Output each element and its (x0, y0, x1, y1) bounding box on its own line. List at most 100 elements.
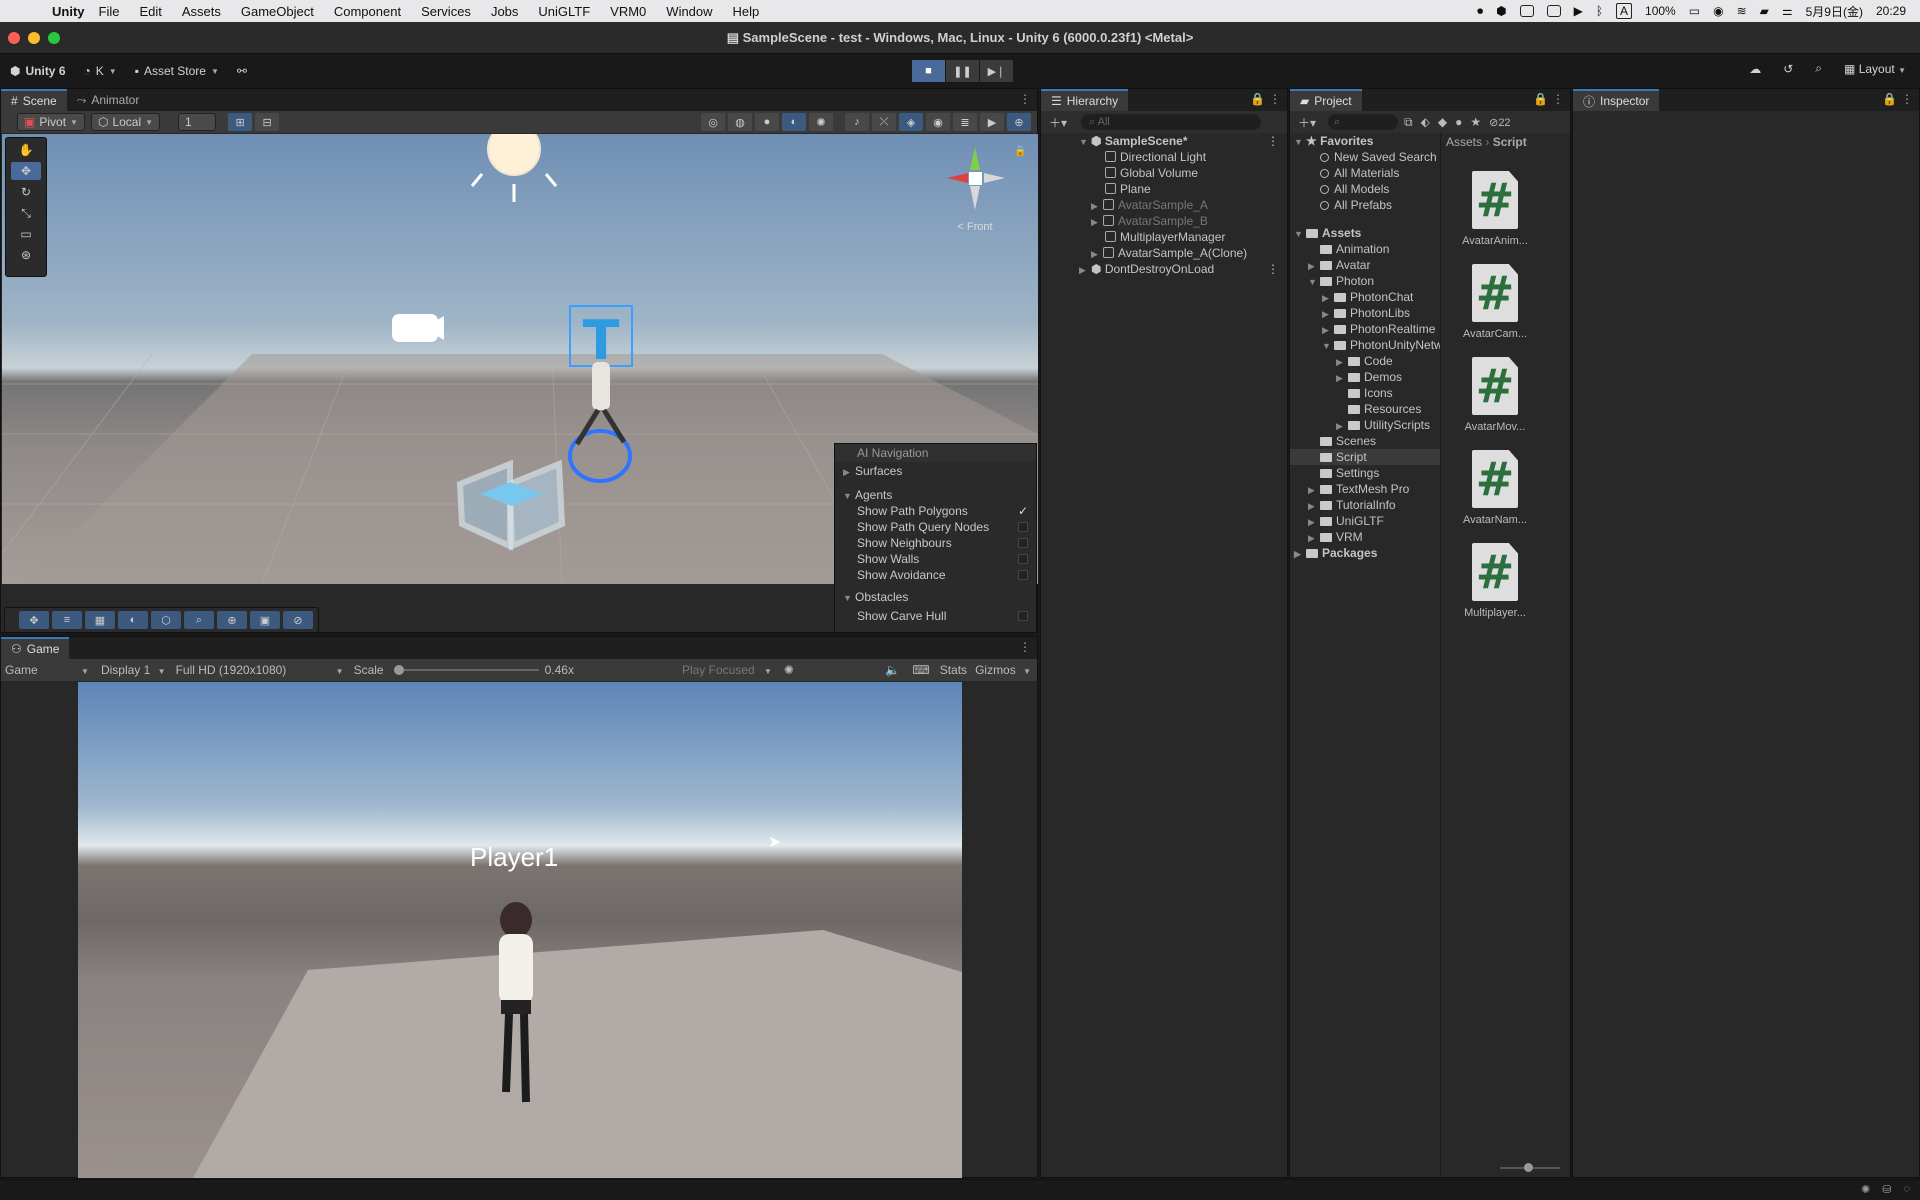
agents-section[interactable]: ▼ Agents (835, 487, 1036, 503)
play-focused-dropdown[interactable]: Play Focused ▼ (682, 663, 772, 677)
show-avoidance-toggle[interactable]: Show Avoidance (835, 567, 1036, 583)
layers-icon[interactable]: ≣ (953, 113, 977, 131)
show-path-polygons-toggle[interactable]: Show Path Polygons ✓ (835, 503, 1036, 519)
history-icon[interactable]: ↺ (1783, 62, 1793, 76)
cache-icon[interactable]: ⛁ (1882, 1183, 1891, 1196)
folder-item-selected[interactable]: Script (1290, 449, 1440, 465)
hierarchy-item[interactable]: Directional Light (1105, 149, 1206, 165)
pivot-center-icon[interactable]: ⊕ (217, 611, 247, 629)
tab-inspector[interactable]: ⓘ Inspector (1573, 89, 1660, 111)
script-asset[interactable]: # AvatarCam... (1450, 264, 1540, 340)
menu-jobs[interactable]: Jobs (491, 4, 518, 19)
folder-item[interactable]: Settings (1320, 465, 1379, 481)
progress-icon[interactable]: ◌ (1903, 1183, 1910, 1196)
hierarchy-item[interactable]: ▶ AvatarSample_A(Clone) (1091, 245, 1247, 261)
camera-icon[interactable]: ▶ (980, 113, 1004, 131)
gizmos-dropdown[interactable]: Gizmos ▼ (975, 663, 1031, 677)
script-asset[interactable]: # Multiplayer... (1450, 543, 1540, 619)
folder-item[interactable]: ▶ PhotonLibs (1322, 305, 1410, 321)
unity-version-button[interactable]: ⬢ Unity 6 (10, 64, 66, 78)
keyboard-icon[interactable]: ⌨ (912, 663, 929, 677)
folder-item[interactable]: ▶ PhotonRealtime (1322, 321, 1435, 337)
surfaces-section[interactable]: ▶ Surfaces (835, 463, 1036, 479)
window-icon[interactable] (1546, 5, 1561, 17)
unity-status-icon[interactable]: ⬢ (1496, 4, 1506, 18)
script-asset[interactable]: # AvatarAnim... (1450, 171, 1540, 247)
hierarchy-item[interactable]: MultiplayerManager (1105, 229, 1225, 245)
resolution-dropdown[interactable]: Full HD (1920x1080) ▼ (176, 663, 344, 677)
folder-item[interactable]: ▶ UniGLTF (1308, 513, 1384, 529)
show-neighbours-toggle[interactable]: Show Neighbours (835, 535, 1036, 551)
grid-snap-icon[interactable]: ⊞ (228, 113, 253, 131)
favorite-item[interactable]: All Materials (1320, 165, 1399, 181)
project-search-input[interactable]: ⌕ (1328, 114, 1399, 130)
checkbox[interactable] (1018, 570, 1028, 580)
control-center-icon[interactable]: ⚌ (1782, 4, 1793, 18)
splitter[interactable] (1440, 133, 1441, 1177)
more-menu-icon[interactable]: ⋮ (1019, 92, 1031, 106)
app-menu[interactable]: Unity (52, 4, 85, 19)
add-icon[interactable]: ＋▾ (1049, 114, 1067, 131)
assets-root[interactable]: ▼ Assets (1294, 225, 1361, 241)
search-icon[interactable]: ⌕ (1815, 61, 1822, 76)
scale-slider[interactable] (393, 665, 539, 675)
script-asset[interactable]: # AvatarMov... (1450, 357, 1540, 433)
hierarchy-item[interactable]: ▶ AvatarSample_B (1091, 213, 1208, 229)
layout-dropdown[interactable]: ▦ Layout ▼ (1844, 62, 1906, 76)
slider-thumb[interactable] (1524, 1163, 1533, 1172)
folder-item[interactable]: Icons (1348, 385, 1393, 401)
orientation-gizmo[interactable]: < Front (942, 142, 1012, 242)
tab-project[interactable]: ▰ Project (1290, 89, 1362, 111)
stats-button[interactable]: Stats (940, 663, 967, 677)
hierarchy-item[interactable]: ▶ AvatarSample_A (1091, 197, 1208, 213)
cloud-icon[interactable]: ☁ (1749, 62, 1761, 76)
show-walls-toggle[interactable]: Show Walls (835, 551, 1036, 567)
menubar-time[interactable]: 20:29 (1876, 4, 1906, 18)
dont-destroy-root[interactable]: ▶ ⬢ DontDestroyOnLoad (1079, 261, 1214, 277)
packages-root[interactable]: ▶ Packages (1294, 545, 1377, 561)
hierarchy-search-input[interactable]: ⌕ All (1081, 114, 1262, 130)
menu-assets[interactable]: Assets (182, 4, 221, 19)
more-menu-icon[interactable]: ⋮ (1269, 92, 1281, 106)
breadcrumb-script[interactable]: Script (1493, 135, 1527, 149)
snap-move-icon[interactable]: ✥ (19, 611, 49, 629)
tab-game[interactable]: ⚇ Game (1, 637, 70, 659)
minimize-window-button[interactable] (28, 32, 40, 44)
user-icon[interactable]: ◉ (1713, 4, 1723, 18)
menu-services[interactable]: Services (421, 4, 471, 19)
pivot-dropdown[interactable]: ▣ Pivot ▼ (17, 113, 85, 131)
move-tool-icon[interactable]: ✥ (11, 162, 41, 180)
tab-animator[interactable]: ⤳ Animator (67, 89, 150, 111)
menu-window[interactable]: Window (666, 4, 712, 19)
account-dropdown[interactable]: ◔ K ▼ (84, 64, 117, 78)
folder-item[interactable]: Animation (1320, 241, 1389, 257)
menu-edit[interactable]: Edit (139, 4, 161, 19)
clipboard-icon[interactable] (1519, 5, 1534, 17)
folder-item[interactable]: ▶ Code (1336, 353, 1393, 369)
slider-thumb[interactable] (393, 665, 404, 675)
2d-icon[interactable]: ◎ (701, 113, 725, 131)
icon-size-slider[interactable] (1500, 1163, 1560, 1172)
overlay-toggle-icon[interactable]: ◈ (899, 113, 923, 131)
debug-icon[interactable]: ✺ (1861, 1183, 1870, 1196)
game-mode-dropdown[interactable]: Game ▼ (5, 663, 89, 677)
step-button[interactable]: ▶❘ (980, 60, 1013, 82)
checkbox[interactable] (1018, 611, 1028, 621)
show-carve-hull-toggle[interactable]: Show Carve Hull (835, 608, 1036, 624)
menu-gameobject[interactable]: GameObject (241, 4, 314, 19)
favorite-item[interactable]: All Prefabs (1320, 197, 1392, 213)
add-icon[interactable]: ＋▾ (1298, 114, 1316, 131)
menu-component[interactable]: Component (334, 4, 401, 19)
compass-icon[interactable]: ⊘ (283, 611, 313, 629)
hand-tool-icon[interactable]: ✋ (11, 141, 41, 159)
script-asset[interactable]: # AvatarNam... (1450, 450, 1540, 526)
favorite-icon[interactable]: ★ (1470, 115, 1481, 129)
rotate-tool-icon[interactable]: ↻ (11, 183, 41, 201)
folder-icon[interactable]: ▰ (1760, 4, 1769, 18)
version-control-icon[interactable]: ⚯ (237, 64, 247, 78)
tab-scene[interactable]: # Scene (1, 89, 67, 111)
grid-toggle-icon[interactable]: ⊟ (255, 113, 280, 131)
more-menu-icon[interactable]: ⋮ (1552, 92, 1564, 106)
lock-icon[interactable]: 🔒 (1533, 92, 1548, 106)
menu-unigltf[interactable]: UniGLTF (538, 4, 590, 19)
